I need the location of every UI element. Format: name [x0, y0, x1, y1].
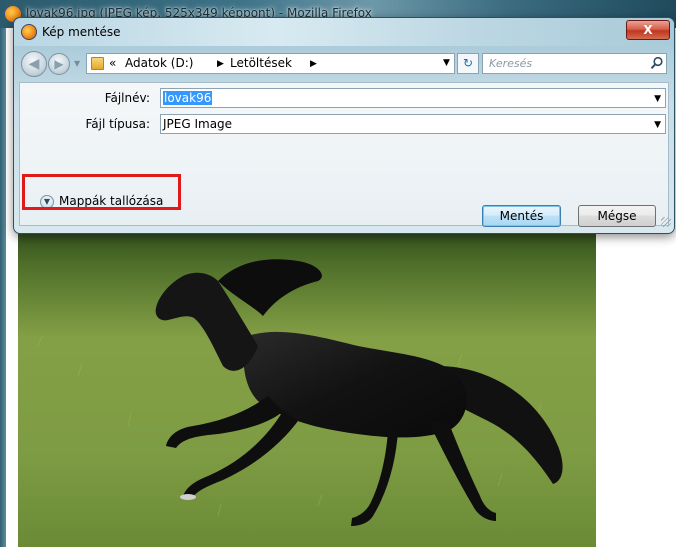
highlight-annotation: [22, 174, 181, 210]
horse-photo: [18, 226, 596, 547]
forward-button[interactable]: ▶: [48, 53, 70, 75]
dialog-titlebar[interactable]: Kép mentése X: [14, 18, 674, 46]
refresh-icon: ↻: [462, 56, 474, 70]
refresh-button[interactable]: ↻: [457, 53, 479, 74]
filename-value-wrapper: lovak96: [163, 91, 213, 105]
close-button[interactable]: X: [626, 20, 670, 40]
address-bar[interactable]: « Adatok (D:) ▶ Letöltések ▶ ▼: [86, 53, 455, 74]
search-placeholder: Keresés: [489, 57, 533, 70]
filename-value: lovak96: [163, 91, 213, 105]
history-dropdown-icon[interactable]: ▼: [74, 60, 82, 68]
firefox-icon: [21, 24, 37, 40]
filetype-select[interactable]: JPEG Image ▼: [160, 114, 666, 134]
folder-icon: [91, 57, 104, 70]
address-dropdown-icon[interactable]: ▼: [443, 58, 450, 68]
breadcrumb-overflow[interactable]: «: [109, 56, 116, 70]
breadcrumb-separator-icon[interactable]: ▶: [217, 59, 224, 69]
breadcrumb-drive[interactable]: Adatok (D:): [125, 56, 193, 70]
back-button[interactable]: ◀: [21, 51, 47, 77]
save-button[interactable]: Mentés: [482, 205, 561, 227]
forward-arrow-icon: ▶: [54, 57, 64, 71]
resize-grip[interactable]: [661, 217, 671, 227]
window-frame-left: [0, 28, 6, 547]
filename-label: Fájlnév:: [104, 91, 150, 105]
horse-image: [18, 226, 596, 547]
filetype-value: JPEG Image: [163, 117, 233, 131]
breadcrumb-downloads[interactable]: Letöltések: [230, 56, 292, 70]
filename-field[interactable]: lovak96 ▼: [160, 88, 666, 108]
back-arrow-icon: ◀: [28, 56, 40, 72]
cancel-button[interactable]: Mégse: [578, 205, 656, 227]
breadcrumb-separator-icon[interactable]: ▶: [310, 59, 317, 69]
search-input[interactable]: Keresés: [482, 53, 667, 74]
filename-dropdown-icon[interactable]: ▼: [654, 94, 661, 104]
dialog-title: Kép mentése: [42, 25, 121, 39]
filetype-dropdown-icon[interactable]: ▼: [654, 120, 661, 130]
filetype-label: Fájl típusa:: [85, 117, 150, 131]
search-icon[interactable]: [650, 56, 664, 70]
